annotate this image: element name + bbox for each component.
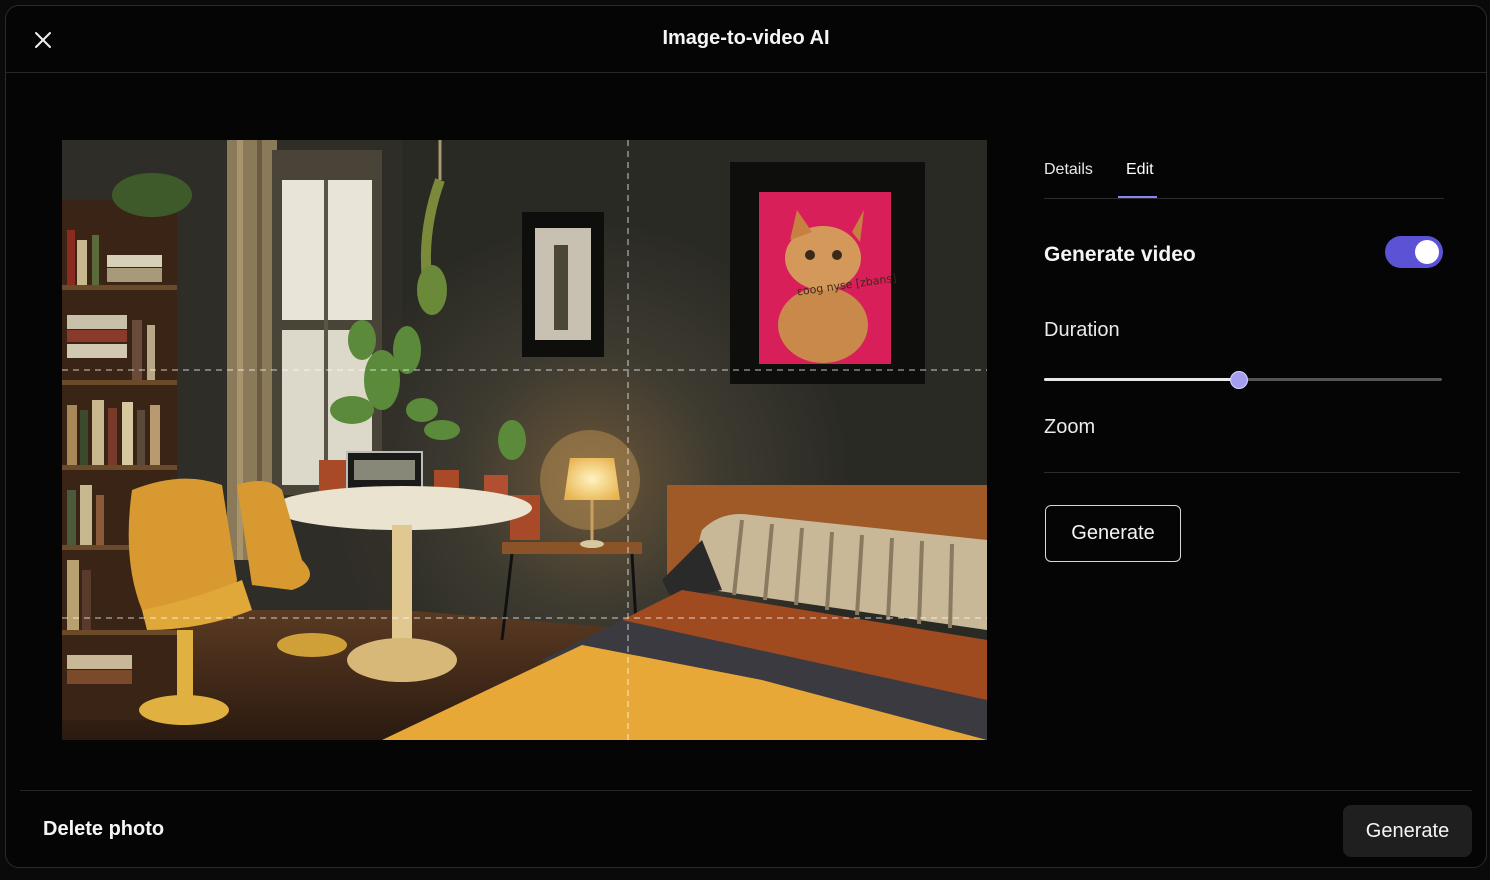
- divider: [1044, 472, 1460, 473]
- delete-photo-button[interactable]: Delete photo: [43, 818, 164, 841]
- tab-edit[interactable]: Edit: [1126, 161, 1154, 179]
- dialog-header: Image-to-video AI: [6, 6, 1486, 73]
- duration-slider[interactable]: [1044, 370, 1442, 390]
- duration-label: Duration: [1044, 319, 1120, 341]
- toggle-knob: [1415, 240, 1439, 264]
- tab-details[interactable]: Details: [1044, 161, 1093, 179]
- dialog-title: Image-to-video AI: [662, 27, 830, 49]
- settings-panel: Details Edit Generate video Duration Zoo…: [1044, 146, 1464, 562]
- generate-video-toggle[interactable]: [1385, 236, 1443, 268]
- panel-tabs: Details Edit: [1044, 146, 1444, 199]
- generate-button[interactable]: Generate: [1045, 505, 1181, 562]
- footer-divider: [20, 790, 1472, 791]
- generate-video-label: Generate video: [1044, 243, 1196, 266]
- zoom-label: Zoom: [1044, 416, 1096, 438]
- slider-thumb[interactable]: [1230, 371, 1249, 389]
- image-to-video-dialog: Image-to-video AI ɛoog nyse [zbans] Deta…: [5, 5, 1487, 868]
- photo-preview[interactable]: ɛoog nyse [zbans]: [62, 140, 987, 740]
- bedroom-photo: ɛoog nyse [zbans]: [62, 140, 987, 740]
- active-tab-indicator: [1118, 196, 1157, 198]
- footer-generate-button[interactable]: Generate: [1343, 805, 1472, 857]
- slider-fill: [1044, 378, 1240, 381]
